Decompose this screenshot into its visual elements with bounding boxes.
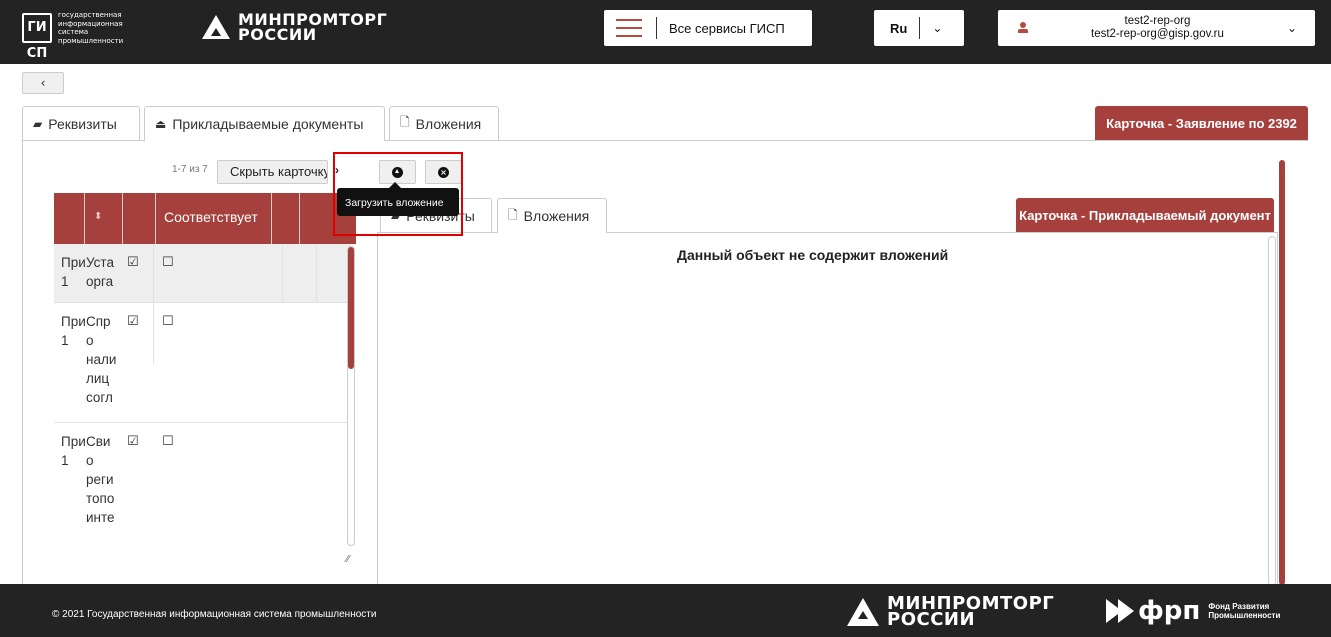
language-select[interactable]: Ru ⌄ [874, 10, 964, 46]
table-row[interactable]: При 1 Спр о нали лиц согл ☑ ☐ [54, 303, 351, 423]
column-header[interactable] [272, 193, 300, 244]
file-icon: 🗋 [400, 115, 410, 129]
column-divider [153, 244, 154, 364]
sort-icon[interactable]: ⬍ [94, 211, 102, 222]
footer: © 2021 Государственная информационная си… [0, 584, 1331, 637]
chevron-down-icon: ⌄ [932, 21, 943, 35]
highlight-box [333, 152, 463, 236]
tab-label: Вложения [523, 208, 590, 224]
column-divider [282, 244, 283, 303]
frp-logo[interactable]: фрп Фонд Развития Промышленности [1106, 596, 1280, 626]
gisp-logo-mark: ГИ СП [22, 13, 52, 61]
column-header[interactable] [123, 193, 156, 244]
chevron-left-icon: ‹ [40, 76, 46, 90]
table-row[interactable]: При 1 Сви о реги топо инте ☑ ☐ [54, 423, 351, 543]
column-header[interactable] [54, 193, 85, 244]
footer-ministry-logo[interactable]: МИНПРОМТОРГ РОССИИ [847, 593, 1055, 630]
book-icon: ▰ [33, 116, 43, 131]
card-title-badge: Карточка - Заявление по 2392 [1095, 106, 1308, 140]
ministry-logo-text: МИНПРОМТОРГ РОССИИ [887, 593, 1055, 630]
ministry-logo-icon [847, 598, 879, 626]
tab-label: Прикладываемые документы [172, 116, 364, 132]
user-menu[interactable]: test2-rep-org test2-rep-org@gisp.gov.ru … [998, 10, 1315, 46]
checked-checkbox[interactable]: ☑ [127, 312, 139, 331]
chevron-down-icon: ⌄ [1286, 21, 1297, 35]
user-info: test2-rep-org test2-rep-org@gisp.gov.ru [1028, 15, 1287, 41]
back-button[interactable]: ‹ [22, 72, 64, 94]
ministry-logo[interactable]: МИНПРОМТОРГ РОССИИ [202, 10, 388, 44]
empty-attachments-message: Данный объект не содержит вложений [677, 247, 949, 263]
inner-tab-attachments[interactable]: 🗋 Вложения [497, 198, 607, 233]
user-email: test2-rep-org@gisp.gov.ru [1091, 28, 1224, 40]
inner-scrollbar[interactable] [1268, 236, 1276, 586]
pager-info: 1-7 из 7 [172, 164, 208, 175]
matches-checkbox[interactable]: ☐ [162, 312, 174, 331]
resize-handle-icon[interactable]: ⁄⁄ [346, 554, 349, 565]
user-name: test2-rep-org [1124, 15, 1191, 27]
inbox-icon: ⏏ [155, 117, 167, 131]
attachments-panel [377, 233, 1278, 584]
language-value: Ru [890, 20, 908, 36]
tab-label: Вложения [415, 115, 482, 132]
all-services-button[interactable]: Все сервисы ГИСП [604, 10, 812, 46]
file-icon: 🗋 [508, 207, 518, 222]
all-services-label: Все сервисы ГИСП [669, 20, 785, 36]
gisp-logo[interactable]: ГИ СП государственная информационная сис… [22, 11, 148, 61]
table-scrollbar[interactable] [347, 246, 355, 546]
tab-attached-documents[interactable]: ⏏ Прикладываемые документы [144, 106, 385, 141]
frp-arrow-icon [1106, 599, 1134, 623]
frp-logo-text: фрп [1138, 596, 1201, 626]
checked-checkbox[interactable]: ☑ [127, 253, 139, 272]
tab-requisites[interactable]: ▰ Реквизиты [22, 106, 140, 140]
scrollbar-thumb[interactable] [348, 247, 354, 369]
top-header: ГИ СП государственная информационная сис… [0, 0, 1331, 64]
divider [656, 17, 657, 39]
user-icon [1018, 22, 1028, 34]
checked-checkbox[interactable]: ☑ [127, 432, 139, 451]
matches-checkbox[interactable]: ☐ [162, 432, 174, 451]
column-divider [316, 244, 317, 303]
frp-logo-subtitle: Фонд Развития Промышленности [1208, 602, 1281, 620]
hamburger-icon [616, 19, 642, 37]
page-scrollbar-thumb[interactable] [1279, 160, 1285, 585]
column-header-label: Соответствует [164, 209, 258, 225]
divider [919, 17, 921, 39]
tab-attachments[interactable]: 🗋 Вложения [389, 106, 499, 140]
copyright-text: © 2021 Государственная информационная си… [52, 609, 377, 620]
column-header[interactable] [85, 193, 123, 244]
ministry-logo-text: МИНПРОМТОРГ РОССИИ [238, 10, 388, 44]
table-header: ⬍ Соответствует [54, 193, 356, 244]
matches-checkbox[interactable]: ☐ [162, 253, 174, 272]
ministry-logo-icon [202, 15, 230, 39]
table-row[interactable]: При 1 Уста орга ☑ ☐ [54, 244, 351, 303]
hide-card-button[interactable]: Скрыть карточку [217, 160, 328, 184]
tab-label: Реквизиты [48, 115, 117, 132]
inner-card-title-badge: Карточка - Прикладываемый документ [1016, 198, 1274, 232]
documents-table-body: При 1 Уста орга ☑ ☐ При 1 Спр о нали лиц со… [54, 244, 351, 578]
gisp-logo-text: государственная информационная система п… [58, 11, 124, 45]
